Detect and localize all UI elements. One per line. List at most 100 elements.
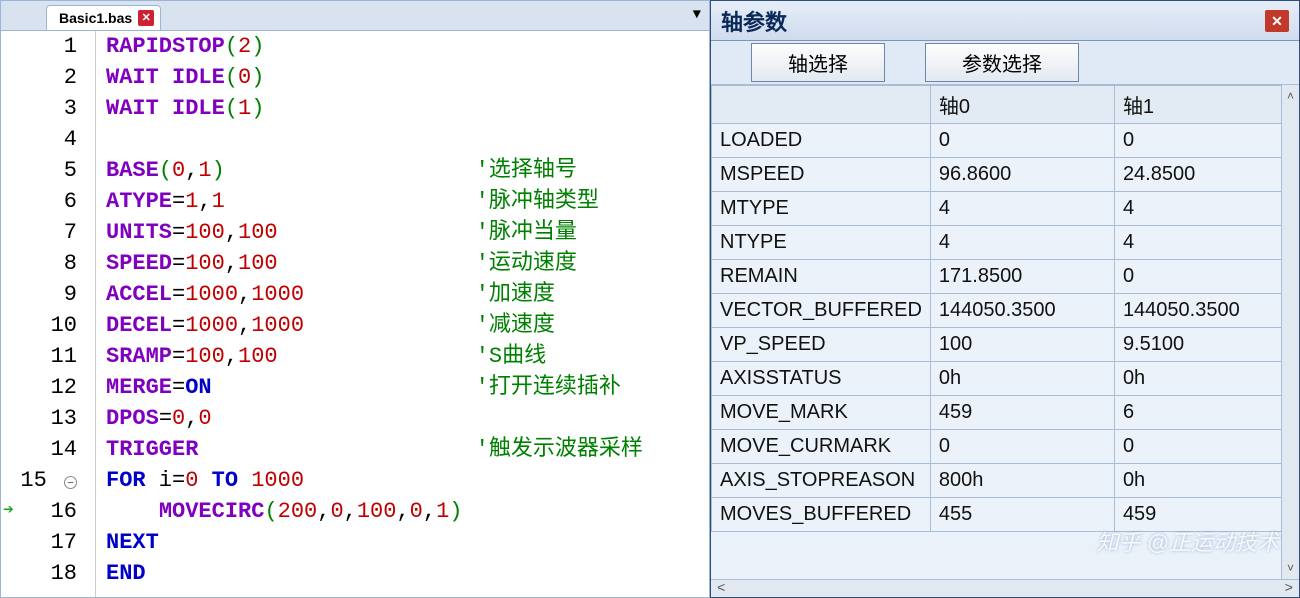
- scroll-right-icon[interactable]: >: [1285, 581, 1293, 597]
- table-row[interactable]: NTYPE44: [712, 226, 1299, 260]
- scroll-down-icon[interactable]: ˅: [1287, 561, 1294, 575]
- param-value-cell[interactable]: 96.8600: [930, 158, 1114, 192]
- table-row[interactable]: MTYPE44: [712, 192, 1299, 226]
- axis-parameter-panel: 轴参数 ✕ 轴选择 参数选择 轴0轴1LOADED00MSPEED96.8600…: [710, 0, 1300, 598]
- code-line[interactable]: FOR i=0 TO 1000: [106, 465, 709, 496]
- code-line[interactable]: UNITS=100,100 '脉冲当量: [106, 217, 709, 248]
- param-value-cell[interactable]: 144050.3500: [930, 294, 1114, 328]
- code-line[interactable]: WAIT IDLE(0): [106, 62, 709, 93]
- code-lines[interactable]: RAPIDSTOP(2)WAIT IDLE(0)WAIT IDLE(1) BASE…: [96, 31, 709, 597]
- param-value-cell[interactable]: 4: [1114, 192, 1298, 226]
- param-value-cell[interactable]: 0h: [930, 362, 1114, 396]
- param-value-cell[interactable]: 455: [930, 498, 1114, 532]
- code-line[interactable]: SRAMP=100,100 'S曲线: [106, 341, 709, 372]
- code-line[interactable]: SPEED=100,100 '运动速度: [106, 248, 709, 279]
- scroll-left-icon[interactable]: <: [717, 581, 725, 597]
- tab-dropdown-icon[interactable]: ▼: [693, 7, 701, 23]
- line-number: 5: [1, 155, 77, 186]
- line-number: 13: [1, 403, 77, 434]
- code-line[interactable]: END: [106, 558, 709, 589]
- table-row[interactable]: VP_SPEED1009.5100: [712, 328, 1299, 362]
- table-row[interactable]: MOVE_MARK4596: [712, 396, 1299, 430]
- code-line[interactable]: ACCEL=1000,1000 '加速度: [106, 279, 709, 310]
- param-value-cell[interactable]: 4: [930, 192, 1114, 226]
- param-value-cell[interactable]: 0: [1114, 124, 1298, 158]
- param-header-name[interactable]: [712, 86, 931, 124]
- code-line[interactable]: DECEL=1000,1000 '减速度: [106, 310, 709, 341]
- param-value-cell[interactable]: 459: [930, 396, 1114, 430]
- param-name-cell: LOADED: [712, 124, 931, 158]
- code-area[interactable]: 123456789101112131415 –➔161718 RAPIDSTOP…: [1, 31, 709, 597]
- table-row[interactable]: LOADED00: [712, 124, 1299, 158]
- line-number: 12: [1, 372, 77, 403]
- line-number: 8: [1, 248, 77, 279]
- table-row[interactable]: MOVE_CURMARK00: [712, 430, 1299, 464]
- param-value-cell[interactable]: 171.8500: [930, 260, 1114, 294]
- code-line[interactable]: TRIGGER '触发示波器采样: [106, 434, 709, 465]
- param-value-cell[interactable]: 0: [1114, 260, 1298, 294]
- panel-title-bar: 轴参数 ✕: [711, 1, 1299, 41]
- param-value-cell[interactable]: 24.8500: [1114, 158, 1298, 192]
- parameter-table: 轴0轴1LOADED00MSPEED96.860024.8500MTYPE44N…: [711, 85, 1299, 532]
- code-line[interactable]: DPOS=0,0: [106, 403, 709, 434]
- param-name-cell: MSPEED: [712, 158, 931, 192]
- param-value-cell[interactable]: 0: [1114, 430, 1298, 464]
- param-name-cell: REMAIN: [712, 260, 931, 294]
- table-row[interactable]: MSPEED96.860024.8500: [712, 158, 1299, 192]
- vertical-scrollbar[interactable]: ˄ ˅: [1281, 85, 1299, 579]
- code-line[interactable]: NEXT: [106, 527, 709, 558]
- line-number: 6: [1, 186, 77, 217]
- param-name-cell: AXISSTATUS: [712, 362, 931, 396]
- editor-tab[interactable]: Basic1.bas ✕: [46, 5, 161, 30]
- code-line[interactable]: MERGE=ON '打开连续插补: [106, 372, 709, 403]
- param-name-cell: VECTOR_BUFFERED: [712, 294, 931, 328]
- param-value-cell[interactable]: 0h: [1114, 464, 1298, 498]
- param-select-button[interactable]: 参数选择: [925, 43, 1079, 82]
- line-number: 7: [1, 217, 77, 248]
- param-value-cell[interactable]: 800h: [930, 464, 1114, 498]
- param-header-axis[interactable]: 轴1: [1114, 86, 1298, 124]
- close-icon[interactable]: ✕: [138, 10, 154, 26]
- table-row[interactable]: AXIS_STOPREASON800h0h: [712, 464, 1299, 498]
- line-number: 1: [1, 31, 77, 62]
- close-icon[interactable]: ✕: [1265, 10, 1289, 32]
- line-number: 14: [1, 434, 77, 465]
- param-name-cell: VP_SPEED: [712, 328, 931, 362]
- table-row[interactable]: MOVES_BUFFERED455459: [712, 498, 1299, 532]
- axis-select-button[interactable]: 轴选择: [751, 43, 885, 82]
- code-line[interactable]: WAIT IDLE(1): [106, 93, 709, 124]
- code-line[interactable]: [106, 124, 709, 155]
- code-editor-pane: Basic1.bas ✕ ▼ 123456789101112131415 –➔1…: [0, 0, 710, 598]
- line-gutter: 123456789101112131415 –➔161718: [1, 31, 96, 597]
- line-number: 3: [1, 93, 77, 124]
- fold-icon[interactable]: –: [64, 476, 77, 489]
- line-number: 2: [1, 62, 77, 93]
- scroll-up-icon[interactable]: ˄: [1287, 89, 1294, 103]
- code-line[interactable]: RAPIDSTOP(2): [106, 31, 709, 62]
- param-name-cell: MOVE_CURMARK: [712, 430, 931, 464]
- code-line[interactable]: BASE(0,1) '选择轴号: [106, 155, 709, 186]
- param-value-cell[interactable]: 0h: [1114, 362, 1298, 396]
- param-value-cell[interactable]: 4: [930, 226, 1114, 260]
- param-value-cell[interactable]: 4: [1114, 226, 1298, 260]
- table-row[interactable]: VECTOR_BUFFERED144050.3500144050.3500: [712, 294, 1299, 328]
- param-value-cell[interactable]: 6: [1114, 396, 1298, 430]
- line-number: 4: [1, 124, 77, 155]
- table-row[interactable]: REMAIN171.85000: [712, 260, 1299, 294]
- param-name-cell: MOVE_MARK: [712, 396, 931, 430]
- line-number: 9: [1, 279, 77, 310]
- table-row[interactable]: AXISSTATUS0h0h: [712, 362, 1299, 396]
- param-value-cell[interactable]: 144050.3500: [1114, 294, 1298, 328]
- param-value-cell[interactable]: 0: [930, 124, 1114, 158]
- code-line[interactable]: MOVECIRC(200,0,100,0,1): [106, 496, 709, 527]
- horizontal-scrollbar[interactable]: < >: [711, 579, 1299, 597]
- code-line[interactable]: ATYPE=1,1 '脉冲轴类型: [106, 186, 709, 217]
- param-value-cell[interactable]: 9.5100: [1114, 328, 1298, 362]
- param-value-cell[interactable]: 100: [930, 328, 1114, 362]
- param-header-axis[interactable]: 轴0: [930, 86, 1114, 124]
- editor-tab-bar: Basic1.bas ✕ ▼: [1, 1, 709, 31]
- param-value-cell[interactable]: 459: [1114, 498, 1298, 532]
- panel-title: 轴参数: [721, 5, 787, 37]
- param-value-cell[interactable]: 0: [930, 430, 1114, 464]
- editor-tab-label: Basic1.bas: [59, 10, 132, 26]
